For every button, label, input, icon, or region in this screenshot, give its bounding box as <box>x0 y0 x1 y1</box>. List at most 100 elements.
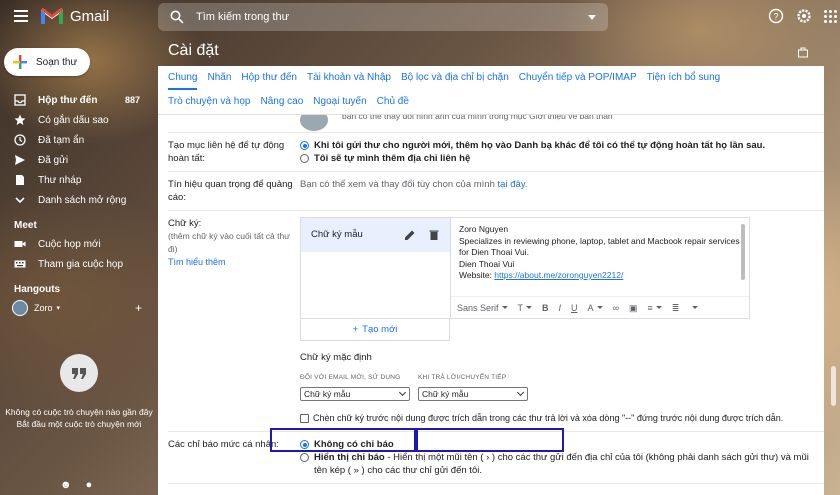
sidebar-item-label: Danh sách mở rộng <box>38 194 127 206</box>
new-email-signature-select[interactable]: Chữ ký mẫu <box>300 387 410 401</box>
editor-scrollbar[interactable] <box>741 224 745 280</box>
bold-icon[interactable]: B <box>542 301 549 315</box>
tab-labels[interactable]: Nhãn <box>207 66 231 90</box>
show-indicators-label: Hiển thị chỉ báo <box>314 452 385 463</box>
sidebar-item-drafts[interactable]: Thư nháp <box>0 170 158 190</box>
keyboard-language-icon[interactable] <box>798 46 808 58</box>
ads-link[interactable]: tại đây. <box>498 179 528 190</box>
reply-signature-select[interactable]: Chữ ký mẫu <box>418 387 528 401</box>
search-bar[interactable]: Tìm kiếm trong thư <box>158 3 608 31</box>
hangouts-user[interactable]: Zoro ▾ + <box>0 298 158 318</box>
tab-inbox[interactable]: Hộp thư đến <box>241 66 297 90</box>
sidebar-item-join-meeting[interactable]: Tham gia cuộc họp <box>0 254 158 274</box>
search-icon[interactable] <box>170 10 184 24</box>
tab-forwarding[interactable]: Chuyển tiếp và POP/IMAP <box>519 66 637 90</box>
gmail-m-icon <box>41 8 63 24</box>
tab-filters[interactable]: Bộ lọc và địa chỉ bị chặn <box>401 66 509 90</box>
contacts-manual-radio[interactable]: Tôi sẽ tự mình thêm địa chỉ liên hệ <box>300 152 824 165</box>
add-chat-icon[interactable]: + <box>135 301 142 315</box>
tab-chat-meet[interactable]: Trò chuyện và họp <box>168 90 250 114</box>
apps-grid-icon[interactable] <box>824 9 840 23</box>
compose-button[interactable]: Soạn thư <box>4 48 90 76</box>
pencil-icon[interactable] <box>404 229 416 241</box>
indicators-options: Không có chỉ báo Hiển thị chỉ báo - Hiển… <box>298 438 824 477</box>
tab-offline[interactable]: Ngoại tuyến <box>313 90 366 114</box>
align-icon[interactable]: ≡ <box>648 301 662 315</box>
radio-selected-icon[interactable] <box>300 141 309 150</box>
search-input[interactable]: Tìm kiếm trong thư <box>196 11 588 23</box>
italic-icon[interactable]: I <box>559 301 562 315</box>
more-formatting-icon[interactable] <box>689 306 699 309</box>
radio-selected-icon[interactable] <box>300 440 309 449</box>
insert-before-quote-checkbox[interactable] <box>300 413 309 423</box>
create-new-label: Tạo mới <box>362 323 398 335</box>
sidebar-item-new-meeting[interactable]: Cuộc họp mới <box>0 234 158 254</box>
search-options-icon[interactable] <box>588 14 596 20</box>
main-menu-icon[interactable] <box>14 10 28 22</box>
default-signature-title: Chữ ký mặc định <box>300 352 372 363</box>
font-size-icon[interactable]: T <box>518 301 533 315</box>
tab-general[interactable]: Chung <box>168 66 198 90</box>
text-color-icon[interactable]: A <box>588 301 603 315</box>
inbox-icon <box>14 94 26 106</box>
tab-advanced[interactable]: Nâng cao <box>260 90 303 114</box>
radio-icon[interactable] <box>300 154 309 163</box>
person-icon[interactable]: ☻ <box>60 479 72 491</box>
image-icon[interactable]: ▣ <box>629 301 638 315</box>
underline-icon[interactable]: U <box>571 301 578 315</box>
caret-down-icon[interactable]: ▾ <box>57 304 61 312</box>
meet-title: Meet <box>14 219 37 231</box>
sidebar-item-label: Tham gia cuộc họp <box>38 258 124 270</box>
sidebar-item-label: Có gắn dấu sao <box>38 114 109 126</box>
contacts-auto-radio[interactable]: Khi tôi gửi thư cho người mới, thêm họ v… <box>300 139 824 152</box>
create-new-button[interactable]: + Tạo mới <box>300 319 450 341</box>
tab-addons[interactable]: Tiện ích bổ sung <box>647 66 721 90</box>
plus-icon <box>13 55 27 69</box>
tab-themes[interactable]: Chủ đề <box>377 90 409 114</box>
signature-item[interactable]: Chữ ký mẫu <box>301 218 450 252</box>
sidebar-item-label: Thư nháp <box>38 174 82 186</box>
new-email-signature-value: Chữ ký mẫu <box>304 389 351 399</box>
chat-icon[interactable]: ● <box>86 479 93 491</box>
signature-line: Zoro Nguyen <box>459 224 509 234</box>
profile-label-spacer <box>168 115 298 132</box>
tab-accounts[interactable]: Tài khoản và Nhập <box>307 66 391 90</box>
no-indicators-radio[interactable]: Không có chỉ báo <box>300 438 824 451</box>
gear-icon[interactable] <box>796 8 812 24</box>
font-select[interactable]: Sans Serif <box>457 301 508 315</box>
page-scrollbar[interactable] <box>824 66 840 495</box>
chevron-down-icon <box>15 197 25 204</box>
signature-editor[interactable]: Zoro Nguyen Specializes in reviewing pho… <box>451 218 749 318</box>
profile-picture[interactable] <box>300 115 328 131</box>
sidebar-item-inbox[interactable]: Hộp thư đến 887 <box>0 90 158 110</box>
link-icon[interactable]: ∞ <box>613 301 619 315</box>
sidebar-item-more[interactable]: Danh sách mở rộng <box>0 190 158 210</box>
gmail-logo[interactable]: Gmail <box>40 7 109 25</box>
page-scrollbar-thumb[interactable] <box>831 366 836 406</box>
radio-icon[interactable] <box>300 453 309 462</box>
learn-more-link[interactable]: Tìm hiểu thêm <box>168 256 298 269</box>
website-link[interactable]: https://about.me/zoronguyen2212/ <box>494 270 623 280</box>
hangouts-empty-text: Không có cuộc trò chuyện nào gần đây <box>5 407 153 417</box>
contacts-option2: Tôi sẽ tự mình thêm địa chỉ liên hệ <box>314 153 471 164</box>
signature-sub: (thêm chữ ký vào cuối tất cả thư đi) <box>168 231 290 254</box>
contacts-option1: Khi tôi gửi thư cho người mới, thêm họ v… <box>314 140 766 151</box>
avatar <box>12 300 28 316</box>
svg-text:?: ? <box>773 12 778 22</box>
sidebar-item-starred[interactable]: Có gắn dấu sao <box>0 110 158 130</box>
help-icon[interactable]: ? <box>768 8 784 24</box>
top-right-icons: ? <box>768 8 840 24</box>
format-toolbar: Sans Serif T B I U A ∞ ▣ ≡ ≣ <box>451 296 749 318</box>
new-email-caption: ĐỐI VỚI EMAIL MỚI, SỬ DỤNG <box>300 374 401 381</box>
insert-before-quote-row[interactable]: Chèn chữ ký trước nội dung được trích dẫ… <box>300 411 824 425</box>
show-indicators-radio[interactable]: Hiển thị chỉ báo - Hiển thị một mũi tên … <box>300 451 824 477</box>
contacts-label: Tạo mục liên hệ để tự động hoàn tất: <box>168 140 285 164</box>
send-icon <box>15 155 25 165</box>
sidebar-item-snoozed[interactable]: Đã tạm ẩn <box>0 130 158 150</box>
plus-icon: + <box>352 323 359 335</box>
default-signature-section: Chữ ký mặc định ĐỐI VỚI EMAIL MỚI, SỬ DỤ… <box>300 351 824 425</box>
sidebar-item-sent[interactable]: Đã gửi <box>0 150 158 170</box>
numbered-list-icon[interactable]: ≣ <box>672 301 680 315</box>
signature-text[interactable]: Zoro Nguyen Specializes in reviewing pho… <box>451 218 749 288</box>
trash-icon[interactable] <box>428 229 440 241</box>
